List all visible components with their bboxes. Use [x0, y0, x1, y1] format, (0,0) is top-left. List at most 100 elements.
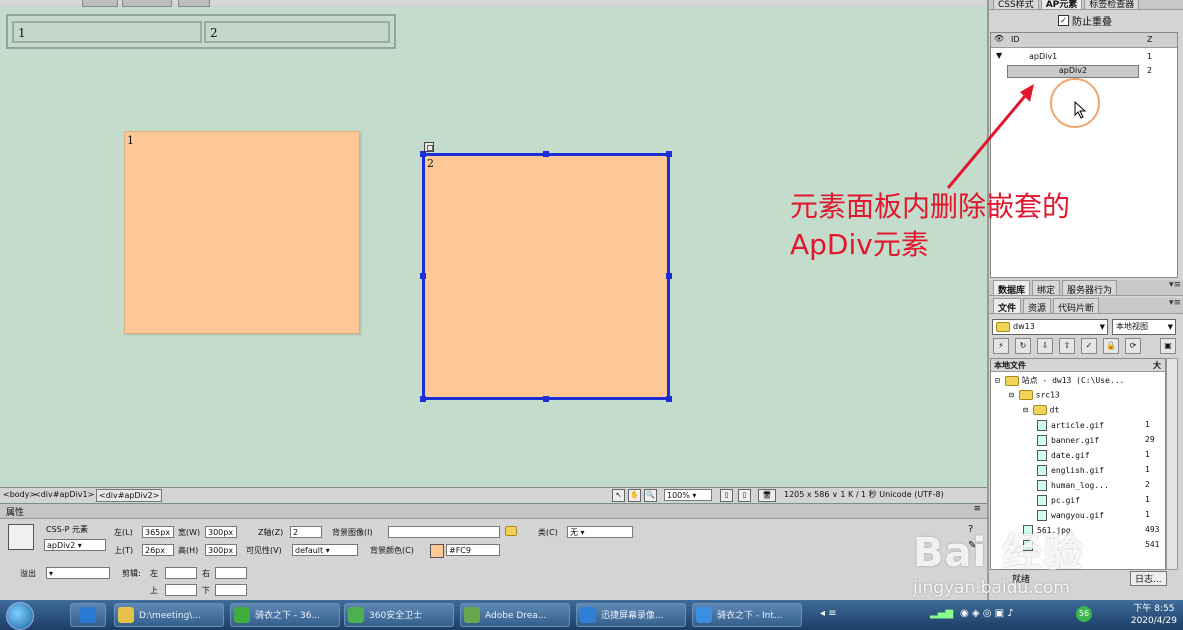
height-input[interactable]: 300px [205, 544, 237, 556]
tree-header: 本地文件 大 [991, 359, 1165, 372]
expand-triangle-icon[interactable]: ▼ [996, 51, 1002, 60]
tree-scrollbar[interactable] [1166, 358, 1178, 570]
monitor-icon[interactable]: 🖥 [758, 489, 776, 502]
tray-badge-icon[interactable]: 56 [1076, 606, 1092, 622]
tag-apdiv2[interactable]: <div#apDiv2> [96, 489, 163, 502]
eye-icon[interactable]: 👁 [994, 34, 1004, 43]
window-size-icon[interactable]: ▯ [720, 489, 733, 502]
left-input[interactable]: 365px [142, 526, 174, 538]
view-select[interactable]: 本地视图 ▼ [1112, 319, 1176, 335]
clip-right-label: 右 [202, 569, 210, 578]
visibility-select[interactable]: default ▾ [292, 544, 358, 556]
bgcolor-swatch[interactable] [430, 544, 444, 558]
folder-tree-row[interactable]: ⊟ 站点 - dw13 (C:\Use... [995, 375, 1165, 389]
tree-item-name: date.gif [1051, 451, 1090, 460]
site-select[interactable]: dw13 ▼ [992, 319, 1108, 335]
layout-table[interactable]: 1 2 [6, 14, 396, 49]
width-input[interactable]: 300px [205, 526, 237, 538]
tree-item-name: wangyou.gif [1051, 511, 1104, 520]
get-files-icon[interactable]: ⇩ [1037, 338, 1053, 354]
ap-row-name: apDiv1 [1029, 52, 1058, 61]
panel-menu-icon[interactable]: ▾≡ [1169, 280, 1181, 290]
taskbar-app-button[interactable]: 迅捷屏幕录像... [576, 603, 686, 627]
resize-handle[interactable] [666, 273, 672, 279]
collapse-icon[interactable]: ⊟ [1023, 406, 1033, 415]
taskbar-app-button[interactable]: 骑衣之下 - 36... [230, 603, 340, 627]
tab-server-behaviors[interactable]: 服务器行为 [1062, 280, 1118, 296]
tag-apdiv1[interactable]: <div#apDiv1> [34, 489, 94, 500]
start-button-icon[interactable] [6, 602, 34, 630]
top-input[interactable]: 26px [142, 544, 174, 556]
z-input[interactable]: 2 [290, 526, 322, 538]
tab-databases[interactable]: 数据库 [993, 280, 1031, 296]
file-tree-row[interactable]: human_log... 2 [1037, 480, 1165, 494]
resize-handle[interactable] [420, 151, 426, 157]
check-in-icon[interactable]: 🔒 [1103, 338, 1119, 354]
prevent-overlap-checkbox[interactable]: ✓ [1058, 14, 1069, 26]
collapse-icon[interactable]: ⊟ [1009, 391, 1019, 400]
apdiv1-box[interactable]: 1 [124, 131, 360, 334]
clip-left-input[interactable] [165, 567, 197, 579]
folder-tree-row[interactable]: ⊟ src13 [1009, 390, 1165, 404]
file-tree-row[interactable]: banner.gif 29 [1037, 435, 1165, 449]
put-files-icon[interactable]: ⇧ [1059, 338, 1075, 354]
connect-icon[interactable]: ⚡ [993, 338, 1009, 354]
hand-tool-icon[interactable]: ✋ [628, 489, 641, 502]
tree-item-name: banner.gif [1051, 436, 1100, 445]
overflow-select[interactable]: ▾ [46, 567, 110, 579]
ap-row-apdiv1[interactable]: ▼ apDiv1 1 [991, 51, 1177, 64]
zoom-tool-icon[interactable]: 🔍 [644, 489, 657, 502]
network-icon[interactable]: ▂▄▆ [930, 608, 953, 619]
clip-bottom-input[interactable] [215, 584, 247, 596]
select-tool-icon[interactable]: ↖ [612, 489, 625, 502]
tab-ap-elements[interactable]: AP元素 [1040, 0, 1083, 10]
table-cell-1[interactable]: 1 [12, 21, 202, 43]
window-size-icon[interactable]: ▯ [738, 489, 751, 502]
bgcolor-input[interactable]: #FC9 [446, 544, 500, 556]
taskbar-app-button[interactable]: D:\meeting\... [114, 603, 224, 627]
taskbar-app-button[interactable]: 骑衣之下 - Int... [692, 603, 802, 627]
resize-handle[interactable] [420, 396, 426, 402]
file-icon [1037, 450, 1047, 461]
apdiv2-box-selected[interactable]: 2 [420, 151, 672, 402]
tab-files[interactable]: 文件 [993, 298, 1022, 314]
taskbar-app-button[interactable]: Adobe Drea... [460, 603, 570, 627]
sync-icon[interactable]: ⟳ [1125, 338, 1141, 354]
file-tree-row[interactable]: article.gif 1 [1037, 420, 1165, 434]
panel-menu-icon[interactable]: ≡ [973, 504, 981, 514]
resize-handle[interactable] [420, 273, 426, 279]
bgimage-input[interactable] [388, 526, 500, 538]
tab-snippets[interactable]: 代码片断 [1053, 298, 1100, 314]
resize-handle[interactable] [543, 151, 549, 157]
browse-folder-icon[interactable] [505, 526, 517, 536]
pinned-app-icon[interactable] [70, 603, 106, 627]
tag-body[interactable]: <body> [3, 489, 36, 500]
resize-handle[interactable] [543, 396, 549, 402]
system-clock[interactable]: 下午 8:55 2020/4/29 [1131, 603, 1177, 627]
refresh-icon[interactable]: ↻ [1015, 338, 1031, 354]
folder-tree-row[interactable]: ⊟ dt [1023, 405, 1165, 419]
class-select[interactable]: 无 ▾ [567, 526, 633, 538]
check-out-icon[interactable]: ✓ [1081, 338, 1097, 354]
file-tree-row[interactable]: date.gif 1 [1037, 450, 1165, 464]
expand-panel-icon[interactable]: ▣ [1160, 338, 1176, 354]
tab-tag-inspector[interactable]: 标签检查器 [1084, 0, 1140, 10]
clip-right-input[interactable] [215, 567, 247, 579]
clip-top-input[interactable] [165, 584, 197, 596]
tray-icons[interactable]: ◉ ◈ ◎ ▣ ♪ [960, 608, 1014, 619]
resize-handle[interactable] [666, 396, 672, 402]
id-select[interactable]: apDiv2 ▾ [44, 539, 106, 551]
table-cell-2[interactable]: 2 [204, 21, 390, 43]
zoom-select[interactable]: 100% ▾ [664, 489, 712, 501]
file-tree-row[interactable]: pc.gif 1 [1037, 495, 1165, 509]
ap-row-apdiv2-selected[interactable]: apDiv2 2 [991, 65, 1177, 78]
panel-menu-icon[interactable]: ▾≡ [1169, 298, 1181, 308]
tab-assets[interactable]: 资源 [1023, 298, 1052, 314]
file-tree-row[interactable]: english.gif 1 [1037, 465, 1165, 479]
collapse-icon[interactable]: ⊟ [995, 376, 1005, 385]
resize-handle[interactable] [666, 151, 672, 157]
tray-chevron-icon[interactable]: ◂ ≡ [820, 608, 837, 619]
tab-css-styles[interactable]: CSS样式 [993, 0, 1039, 10]
taskbar-app-button[interactable]: 360安全卫士 [344, 603, 454, 627]
tab-bindings[interactable]: 绑定 [1032, 280, 1061, 296]
